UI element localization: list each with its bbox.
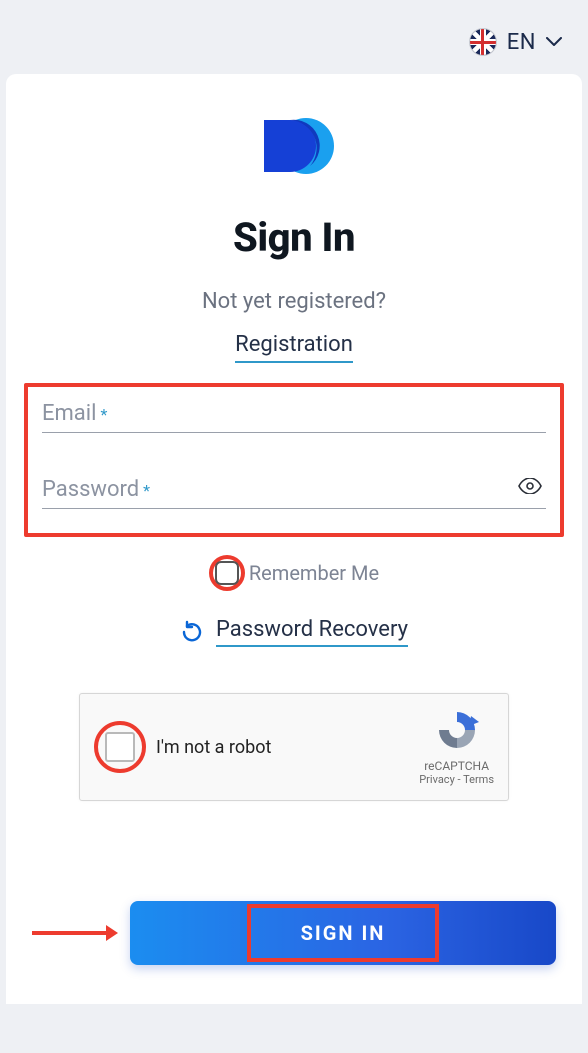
captcha-branding: reCAPTCHA Privacy - Terms <box>419 708 494 786</box>
chevron-down-icon[interactable] <box>546 37 562 47</box>
subtitle-text: Not yet registered? <box>24 289 564 314</box>
signin-button[interactable]: SIGN IN <box>130 901 556 965</box>
page-title: Sign In <box>24 214 564 261</box>
signin-row: SIGN IN <box>24 901 564 965</box>
registration-link[interactable]: Registration <box>235 332 353 363</box>
remember-checkbox[interactable] <box>215 561 239 585</box>
captcha-sep: - <box>455 773 463 786</box>
credentials-highlight-box: Email * Password * <box>24 383 564 537</box>
remember-highlight-circle <box>209 555 245 591</box>
captcha-brand: reCAPTCHA <box>419 759 494 773</box>
refresh-icon <box>180 620 204 644</box>
captcha-highlight-circle <box>94 721 146 773</box>
eye-icon[interactable] <box>518 478 542 498</box>
password-label: Password <box>42 477 139 502</box>
required-asterisk: * <box>100 405 107 424</box>
uk-flag-icon <box>469 28 497 56</box>
arrow-right-icon <box>32 923 118 943</box>
signin-card: Sign In Not yet registered? Registration… <box>6 74 582 1004</box>
recovery-row: Password Recovery <box>24 617 564 647</box>
language-code[interactable]: EN <box>507 30 536 55</box>
captcha-privacy-link[interactable]: Privacy <box>419 773 455 786</box>
email-field[interactable]: Email * <box>42 401 546 433</box>
recaptcha-icon <box>435 708 479 752</box>
email-label: Email <box>42 401 96 426</box>
app-logo <box>24 114 564 186</box>
recaptcha-widget: I'm not a robot reCAPTCHA Privacy - Term… <box>79 693 509 801</box>
signin-highlight-box <box>247 904 439 962</box>
top-bar: EN <box>0 0 588 74</box>
remember-label: Remember Me <box>249 561 379 585</box>
password-field[interactable]: Password * <box>42 477 546 509</box>
remember-row: Remember Me <box>24 555 564 591</box>
captcha-label: I'm not a robot <box>156 737 271 758</box>
captcha-checkbox[interactable] <box>105 732 135 762</box>
captcha-terms-link[interactable]: Terms <box>463 773 494 786</box>
password-recovery-link[interactable]: Password Recovery <box>216 617 408 647</box>
required-asterisk: * <box>143 481 150 500</box>
